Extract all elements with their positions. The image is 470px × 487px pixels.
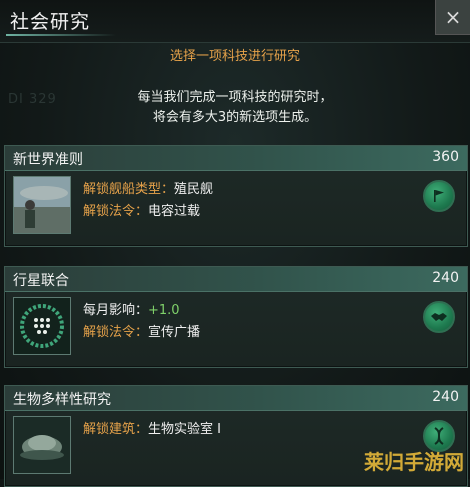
description-line-1: 每当我们完成一项科技的研究时， bbox=[137, 90, 333, 105]
option-effect-1: 解锁舰船类型：殖民舰 bbox=[83, 182, 214, 197]
colonist-portrait-image bbox=[13, 176, 71, 234]
window-title: 社会研究 bbox=[10, 11, 91, 33]
option-name: 行星联合 bbox=[13, 273, 69, 289]
option-cost: 240 bbox=[432, 270, 459, 286]
close-button[interactable]: × bbox=[435, 0, 470, 35]
handshake-icon bbox=[423, 301, 455, 333]
option-header: 生物多样性研究 240 bbox=[5, 386, 467, 411]
option-name: 新世界准则 bbox=[13, 152, 83, 168]
research-option-new-world-protocol[interactable]: 新世界准则 360 解锁舰船类型：殖民舰 解锁法令：电容过载 bbox=[4, 145, 468, 247]
flag-icon bbox=[423, 180, 455, 212]
option-effect-2: 解锁法令：宣传广播 bbox=[83, 325, 201, 340]
option-header: 行星联合 240 bbox=[5, 267, 467, 292]
option-effect-1: 解锁建筑：生物实验室 I bbox=[83, 422, 221, 437]
bio-lab-building-image bbox=[13, 416, 71, 474]
laurel-emblem-image bbox=[13, 297, 71, 355]
option-effect-2: 解锁法令：电容过载 bbox=[83, 204, 201, 219]
subtitle: 选择一项科技进行研究 bbox=[169, 49, 300, 64]
option-header: 新世界准则 360 bbox=[5, 146, 467, 171]
option-name: 生物多样性研究 bbox=[13, 392, 111, 408]
title-underline bbox=[6, 34, 116, 36]
option-cost: 360 bbox=[432, 149, 459, 165]
option-effect-1: 每月影响：+1.0 bbox=[83, 303, 180, 318]
option-cost: 240 bbox=[432, 389, 459, 405]
research-option-planetary-unification[interactable]: 行星联合 240 每月影响：+1.0 解锁法令：宣传广播 bbox=[4, 266, 468, 368]
site-watermark: 莱归手游网 bbox=[364, 450, 464, 474]
title-bar: 社会研究 × bbox=[0, 0, 470, 43]
description-line-2: 将会有多大3的新选项生成。 bbox=[152, 110, 318, 125]
